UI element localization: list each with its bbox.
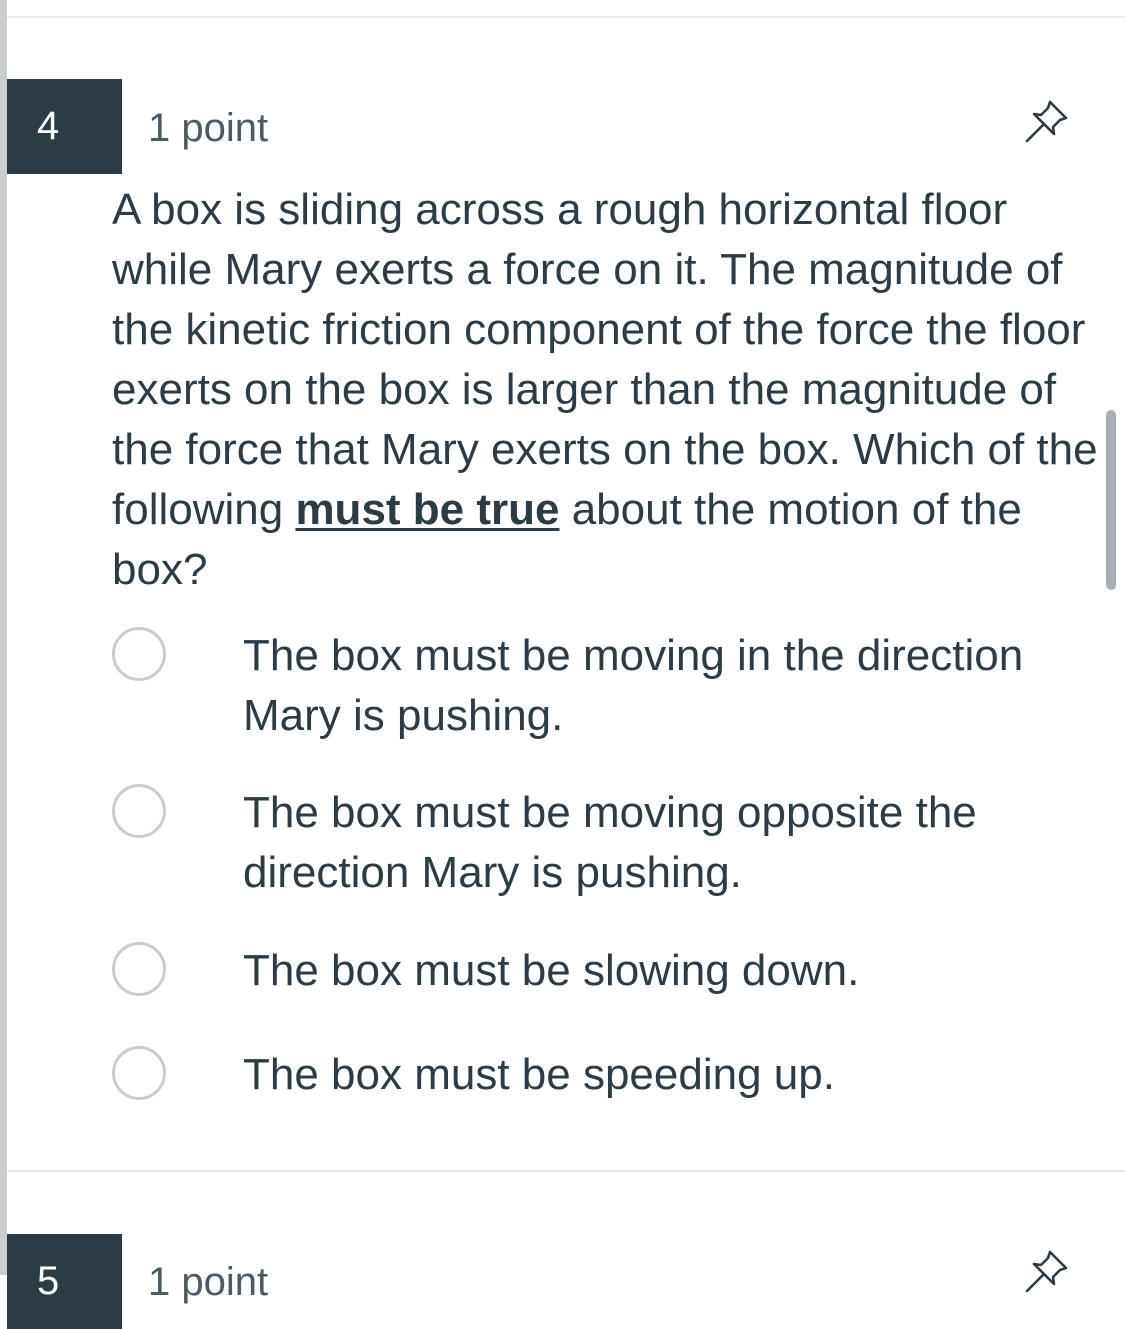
answer-list: The box must be moving in the direction … bbox=[112, 626, 1092, 1125]
answer-label[interactable]: The box must be moving in the direction … bbox=[243, 626, 1092, 746]
question-stem: A box is sliding across a rough horizont… bbox=[112, 180, 1102, 600]
radio-button[interactable] bbox=[112, 627, 166, 681]
question-number-badge: 4 bbox=[7, 79, 122, 174]
radio-button[interactable] bbox=[112, 942, 166, 996]
pin-icon[interactable] bbox=[1020, 1246, 1072, 1298]
answer-label[interactable]: The box must be moving opposite the dire… bbox=[243, 783, 1092, 903]
radio-button[interactable] bbox=[112, 1046, 166, 1100]
question-divider-top bbox=[7, 16, 1125, 18]
scrollbar-thumb[interactable] bbox=[1106, 410, 1116, 590]
next-question-number-badge: 5 bbox=[7, 1234, 122, 1329]
left-rail bbox=[0, 0, 7, 1275]
question-stem-text: A box is sliding across a rough horizont… bbox=[112, 185, 1098, 534]
answer-option[interactable]: The box must be slowing down. bbox=[112, 941, 1092, 1045]
question-stem-emphasis: must be true bbox=[295, 485, 560, 534]
radio-button[interactable] bbox=[112, 784, 166, 838]
answer-label[interactable]: The box must be speeding up. bbox=[243, 1045, 835, 1105]
answer-label[interactable]: The box must be slowing down. bbox=[243, 941, 859, 1001]
question-divider bbox=[7, 1170, 1125, 1172]
question-points: 1 point bbox=[148, 106, 269, 150]
answer-option[interactable]: The box must be speeding up. bbox=[112, 1045, 1092, 1125]
answer-option[interactable]: The box must be moving opposite the dire… bbox=[112, 783, 1092, 941]
next-question-points: 1 point bbox=[148, 1260, 269, 1304]
pin-icon[interactable] bbox=[1020, 96, 1072, 148]
answer-option[interactable]: The box must be moving in the direction … bbox=[112, 626, 1092, 783]
